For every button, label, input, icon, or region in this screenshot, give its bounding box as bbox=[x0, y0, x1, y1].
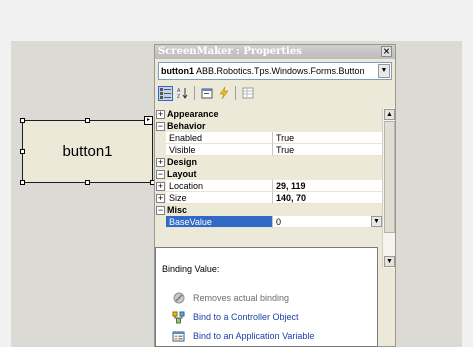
property-grid-scrollbar[interactable]: ▲ ▼ bbox=[382, 108, 395, 268]
toolbar-separator bbox=[194, 86, 195, 100]
property-value: 0 bbox=[276, 217, 282, 227]
collapse-icon[interactable]: − bbox=[156, 206, 165, 215]
menu-item-label: Removes actual binding bbox=[193, 293, 290, 303]
expand-icon[interactable]: + bbox=[156, 194, 165, 203]
scroll-down-icon[interactable]: ▼ bbox=[384, 256, 395, 267]
controller-object-icon bbox=[172, 311, 185, 324]
designer-button[interactable]: button1 bbox=[22, 120, 153, 183]
menu-item-remove-binding[interactable]: Removes actual binding bbox=[172, 291, 289, 305]
properties-title: ScreenMaker : Properties bbox=[158, 46, 302, 57]
property-name: Size bbox=[166, 192, 273, 204]
property-grid: + Appearance − Behavior Enabled True Vis… bbox=[155, 108, 382, 253]
property-name: Visible bbox=[166, 144, 273, 156]
menu-item-label: Bind to a Controller Object bbox=[193, 312, 299, 322]
property-name: BaseValue bbox=[166, 216, 273, 228]
resize-handle-w[interactable] bbox=[20, 149, 25, 154]
property-row-enabled[interactable]: Enabled True bbox=[155, 132, 382, 144]
property-row-location[interactable]: + Location 29, 119 bbox=[155, 180, 382, 192]
menu-item-label: Bind to an Application Variable bbox=[193, 331, 315, 341]
category-misc[interactable]: − Misc bbox=[155, 204, 382, 216]
smart-tag-icon[interactable]: ▸ bbox=[144, 116, 153, 125]
application-variable-icon bbox=[172, 330, 185, 343]
collapse-icon[interactable]: − bbox=[156, 170, 165, 179]
property-name: Location bbox=[166, 180, 273, 192]
collapse-icon[interactable]: − bbox=[156, 122, 165, 131]
popup-title: Binding Value: bbox=[162, 264, 220, 274]
property-value-field[interactable]: 0 ▼ bbox=[273, 216, 382, 228]
property-row-visible[interactable]: Visible True bbox=[155, 144, 382, 156]
category-label: Behavior bbox=[166, 120, 382, 132]
toolbar-separator bbox=[235, 86, 236, 100]
property-row-size[interactable]: + Size 140, 70 bbox=[155, 192, 382, 204]
property-row-basevalue[interactable]: BaseValue 0 ▼ bbox=[155, 216, 382, 228]
resize-handle-n[interactable] bbox=[85, 118, 90, 123]
close-icon[interactable]: × bbox=[381, 46, 392, 57]
events-icon[interactable] bbox=[216, 86, 231, 101]
object-type: ABB.Robotics.Tps.Windows.Forms.Button bbox=[196, 66, 365, 76]
category-design[interactable]: + Design bbox=[155, 156, 382, 168]
designer-button-label: button1 bbox=[62, 143, 113, 160]
expand-icon[interactable]: + bbox=[156, 110, 165, 119]
object-name: button1 bbox=[161, 66, 194, 76]
category-label: Misc bbox=[166, 204, 382, 216]
property-value[interactable]: 29, 119 bbox=[273, 180, 382, 192]
svg-text:Z: Z bbox=[177, 94, 180, 99]
resize-handle-nw[interactable] bbox=[20, 118, 25, 123]
menu-item-bind-controller-object[interactable]: Bind to a Controller Object bbox=[172, 310, 299, 324]
expand-icon[interactable]: + bbox=[156, 182, 165, 191]
property-value[interactable]: 140, 70 bbox=[273, 192, 382, 204]
menu-item-bind-application-variable[interactable]: Bind to an Application Variable bbox=[172, 329, 314, 343]
category-behavior[interactable]: − Behavior bbox=[155, 120, 382, 132]
properties-titlebar: ScreenMaker : Properties × bbox=[155, 45, 395, 59]
scrollbar-thumb[interactable] bbox=[384, 121, 395, 233]
alphabetical-icon[interactable]: AZ bbox=[175, 86, 190, 101]
property-value[interactable]: True bbox=[273, 132, 382, 144]
property-value[interactable]: True bbox=[273, 144, 382, 156]
resize-handle-s[interactable] bbox=[85, 180, 90, 185]
property-pages-icon[interactable] bbox=[199, 86, 214, 101]
property-grid-icon[interactable] bbox=[240, 86, 255, 101]
properties-toolbar: AZ bbox=[158, 85, 255, 101]
chevron-down-icon[interactable]: ▼ bbox=[371, 216, 382, 227]
chevron-down-icon[interactable]: ▼ bbox=[378, 64, 390, 78]
property-name: Enabled bbox=[166, 132, 273, 144]
category-label: Layout bbox=[166, 168, 382, 180]
scroll-up-icon[interactable]: ▲ bbox=[384, 109, 395, 120]
category-label: Appearance bbox=[166, 108, 382, 120]
category-label: Design bbox=[166, 156, 382, 168]
binding-value-popup: Binding Value: Removes actual binding Bi… bbox=[155, 247, 378, 347]
category-layout[interactable]: − Layout bbox=[155, 168, 382, 180]
category-appearance[interactable]: + Appearance bbox=[155, 108, 382, 120]
object-selector[interactable]: button1 ABB.Robotics.Tps.Windows.Forms.B… bbox=[158, 62, 392, 80]
resize-handle-sw[interactable] bbox=[20, 180, 25, 185]
expand-icon[interactable]: + bbox=[156, 158, 165, 167]
remove-binding-icon bbox=[172, 292, 185, 305]
categorized-icon[interactable] bbox=[158, 85, 173, 101]
